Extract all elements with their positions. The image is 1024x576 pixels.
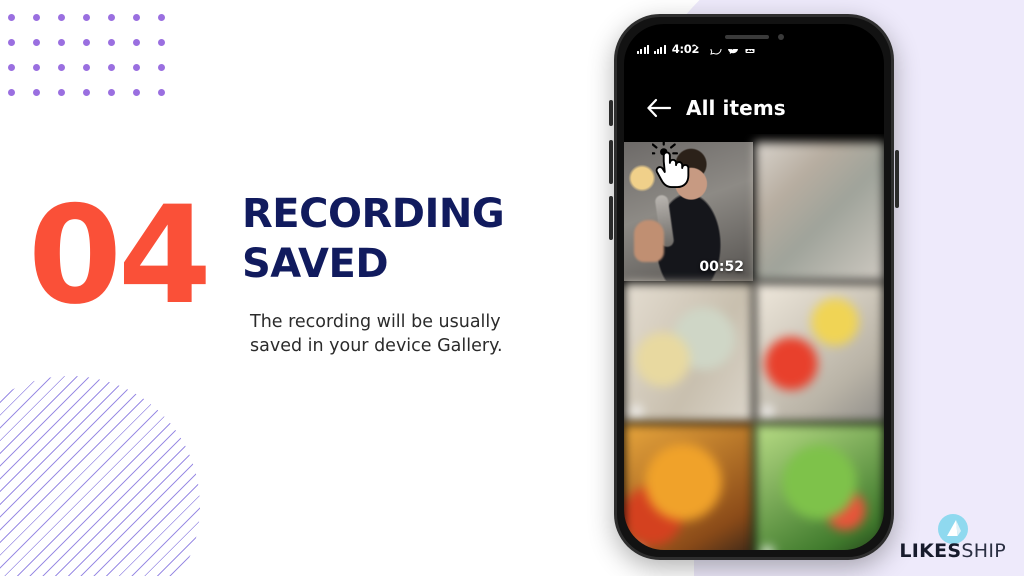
video-thumb-4[interactable] [755, 283, 884, 422]
text-content-area: 04 RECORDING SAVED The recording will be… [0, 0, 600, 576]
phone-body: 4:02 All items 00:52 [614, 14, 894, 560]
video-badge-icon-4 [761, 546, 774, 550]
phone-notch [690, 24, 818, 49]
app-bar-title: All items [686, 96, 786, 120]
page-title: RECORDING SAVED [242, 191, 505, 287]
signal-bars-icon-2 [653, 44, 666, 54]
slide-canvas: 04 RECORDING SAVED The recording will be… [0, 0, 1024, 576]
brand-name-light: SHIP [961, 540, 1006, 562]
app-bar: All items [624, 82, 884, 134]
brand-name-bold: LIKES [899, 540, 962, 562]
hand-shape [634, 219, 665, 262]
phone-power-button[interactable] [895, 150, 899, 208]
video-thumb-5[interactable] [624, 424, 753, 550]
video-badge-icon [630, 405, 643, 418]
video-thumb-recording[interactable]: 00:52 [624, 142, 753, 281]
phone-mute-switch[interactable] [609, 100, 613, 126]
brand-wordmark: LIKESSHIP [899, 540, 1006, 562]
phone-volume-up-button[interactable] [609, 140, 613, 184]
video-badge-icon-3 [630, 546, 643, 550]
brand-logo: LIKESSHIP [899, 514, 1006, 562]
signal-bars-icon [637, 44, 649, 54]
description-text: The recording will be usually saved in y… [250, 312, 503, 356]
arrow-left-icon[interactable] [646, 98, 672, 118]
front-camera-icon [777, 33, 784, 40]
gallery-grid: 00:52 [624, 142, 884, 550]
video-thumb-6[interactable] [755, 424, 884, 550]
video-badge-icon-2 [761, 405, 774, 418]
video-duration-label: 00:52 [699, 259, 744, 275]
video-thumb-3[interactable] [624, 283, 753, 422]
video-thumb-2[interactable] [755, 142, 884, 281]
step-number: 04 [28, 177, 212, 334]
phone-screen: 4:02 All items 00:52 [624, 24, 884, 550]
earpiece-speaker-icon [724, 34, 769, 39]
phone-mockup: 4:02 All items 00:52 [609, 14, 899, 560]
phone-volume-down-button[interactable] [609, 196, 613, 240]
